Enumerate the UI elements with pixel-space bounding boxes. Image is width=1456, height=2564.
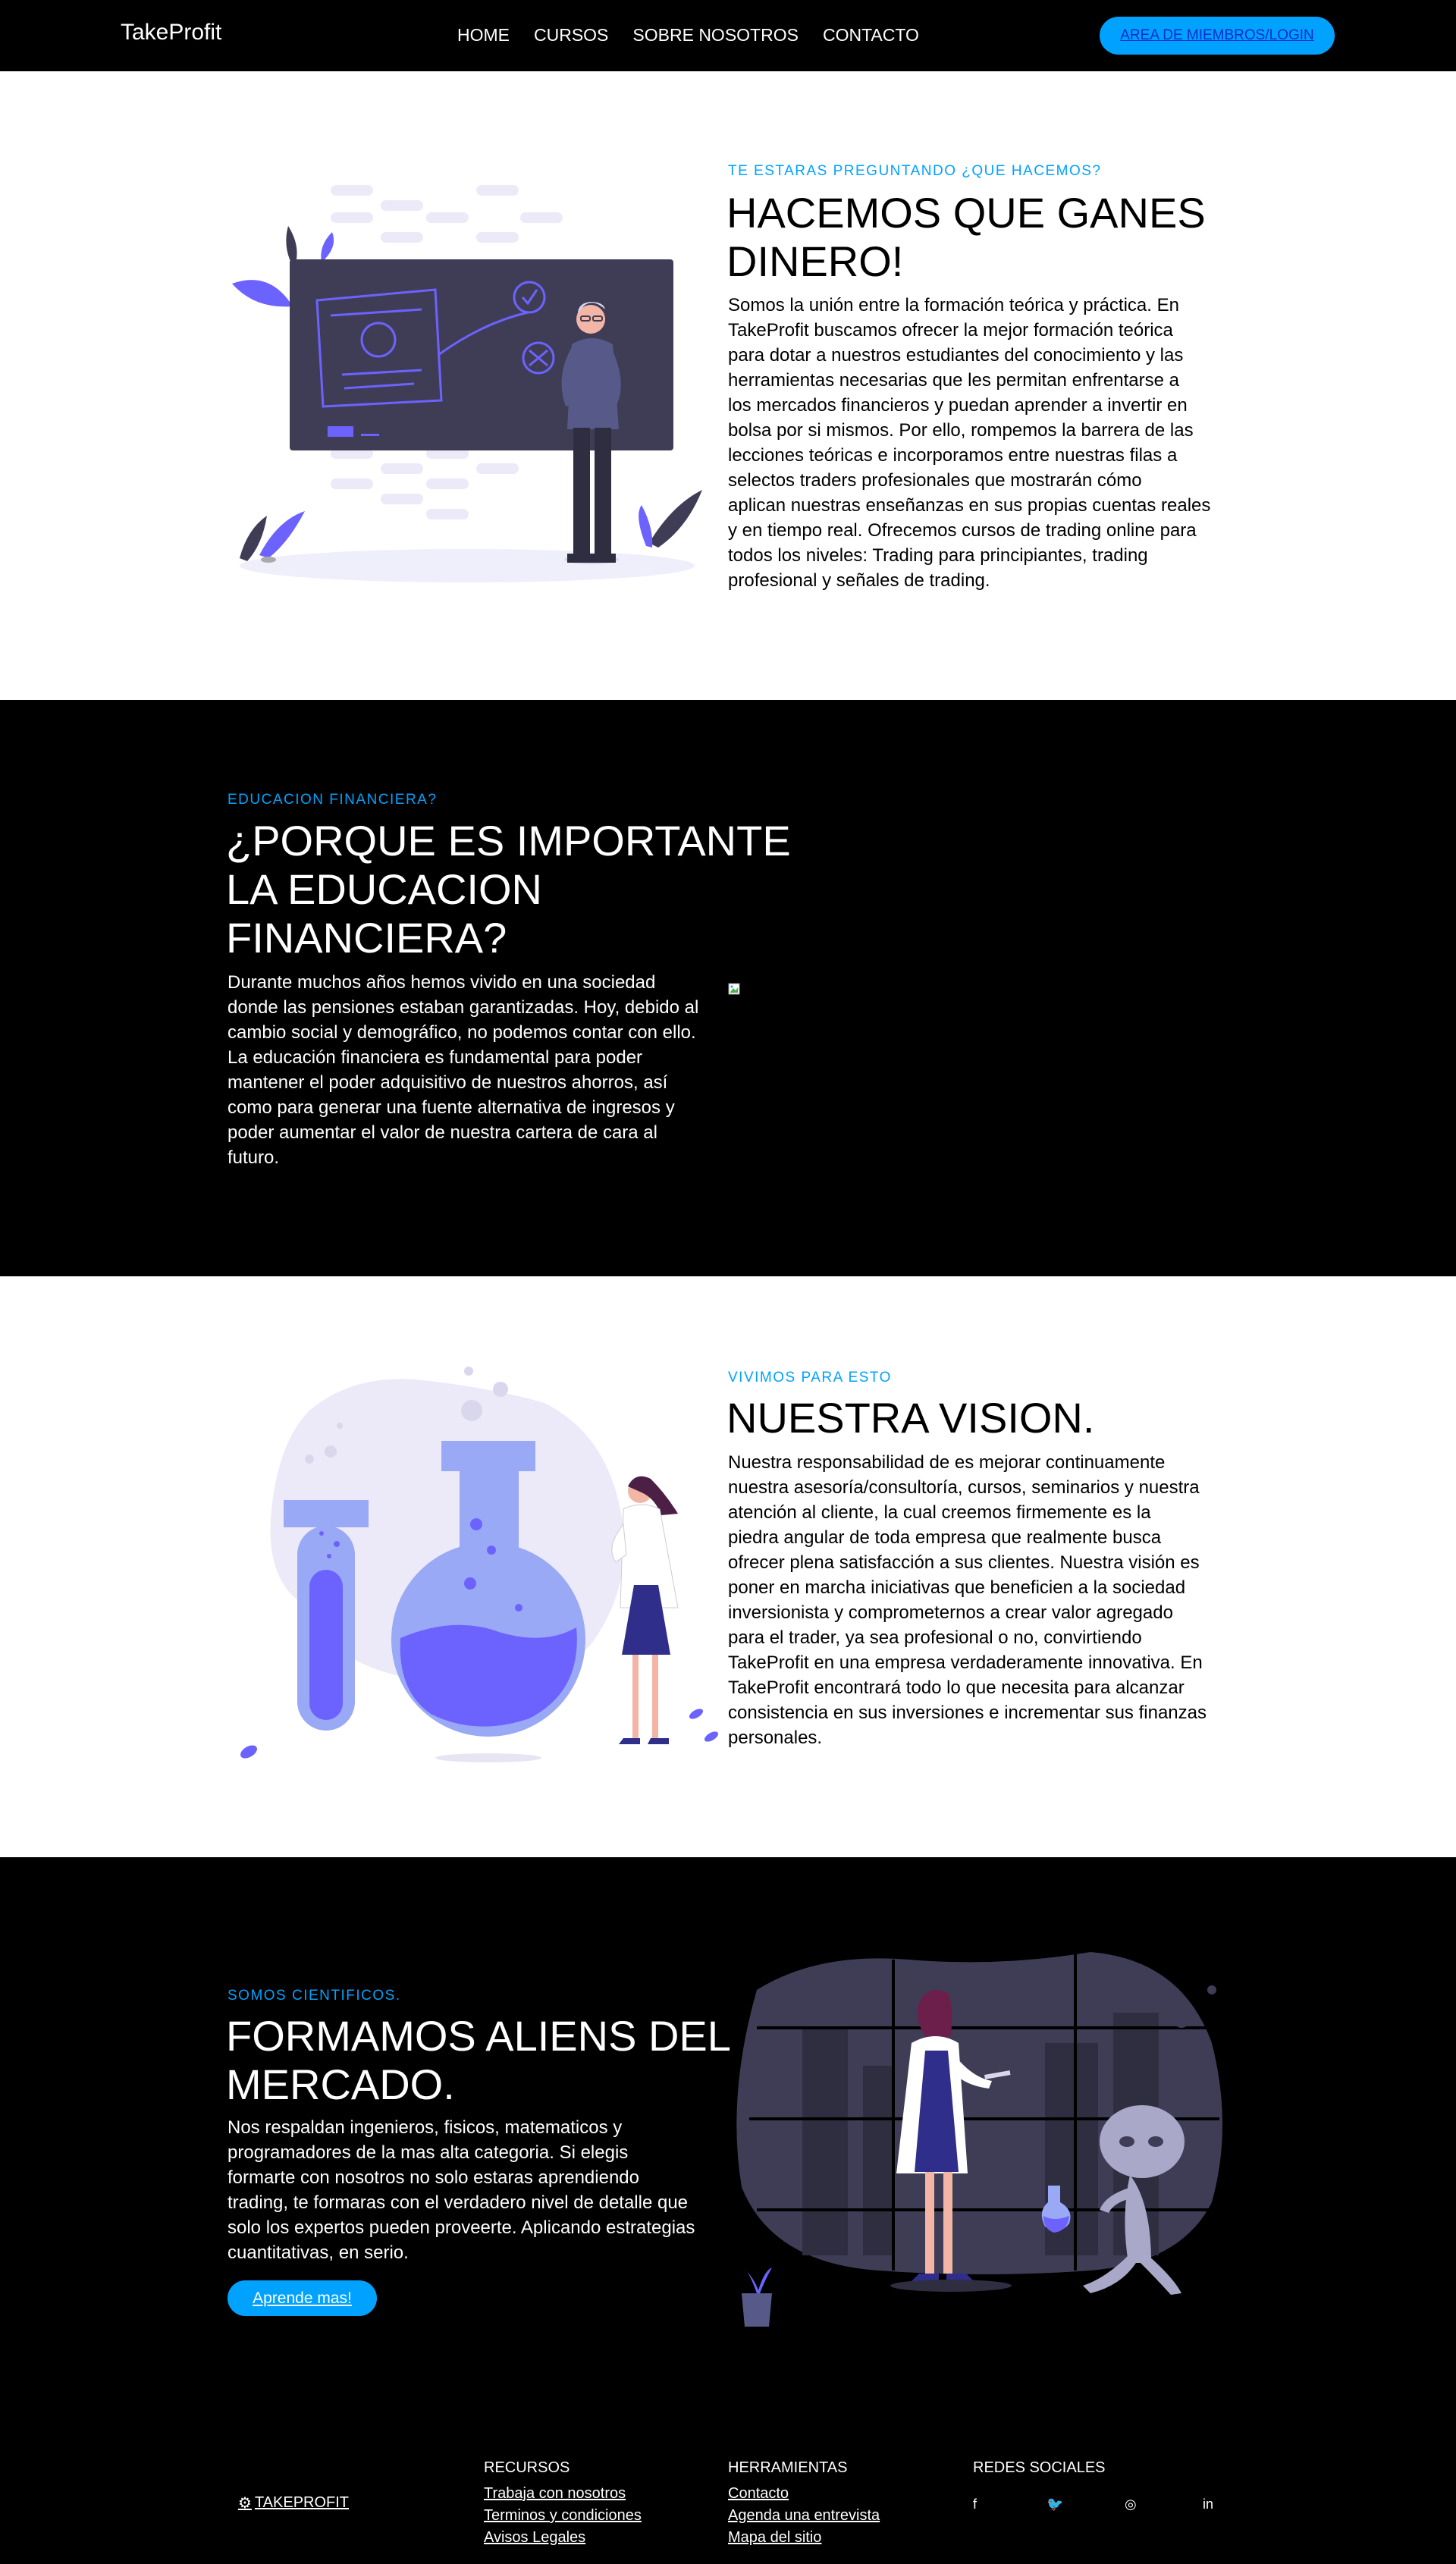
body-line: lecciones teóricas e incorporamos entre …	[728, 445, 1178, 466]
body-line: poner en marcha iniciativas que benefici…	[728, 1577, 1186, 1598]
body-line: inversionista y comprometernos a crear v…	[728, 1602, 1173, 1623]
body-line: trading, te formaras con el verdadero ni…	[228, 2192, 689, 2213]
body-line: como para generar una fuente alternativa…	[228, 1097, 675, 1118]
footer-link-agenda[interactable]: Agenda una entrevista	[728, 2505, 880, 2527]
body-line: nuestra asesoría/consultoría, cursos, se…	[728, 1477, 1200, 1498]
footer-col-title: REDES SOCIALES	[973, 2459, 1106, 2476]
body-line: TakeProfit encontrará todo lo que necesi…	[728, 1677, 1185, 1698]
body-line: cambio social y demográfico, no podemos …	[228, 1022, 696, 1043]
scientist-flasks-illustration	[240, 1367, 719, 1762]
facebook-icon[interactable]: f	[973, 2497, 977, 2512]
top-navbar: TakeProfit HOME CURSOS SOBRE NOSOTROS CO…	[0, 0, 1456, 71]
teacher-blackboard-illustration	[232, 185, 702, 582]
section2-title-line: LA EDUCACION	[226, 865, 542, 913]
footer-logo-text: TAKEPROFIT	[254, 2494, 350, 2511]
body-line: para el trader, ya sea profesional o no,…	[728, 1627, 1142, 1648]
section2-body: Durante muchos años hemos vivido en una …	[228, 970, 698, 1170]
footer-link-contacto[interactable]: Contacto	[728, 2483, 880, 2505]
section2-title: ¿PORQUE ES IMPORTANTE LA EDUCACION FINAN…	[226, 817, 791, 962]
body-line: solo los expertos pueden proveerte. Apli…	[228, 2217, 695, 2238]
broken-image-icon	[728, 983, 740, 995]
section1-eyebrow: TE ESTARAS PREGUNTANDO ¿QUE HACEMOS?	[728, 163, 1102, 179]
logo-icon: ⚙	[238, 2495, 252, 2512]
body-line: aplican nuestras enseñanzas en sus propi…	[728, 495, 1211, 516]
body-line: TakeProfit en una empresa verdaderamente…	[728, 1652, 1203, 1673]
nav-link-cursos[interactable]: CURSOS	[534, 25, 608, 46]
instagram-icon[interactable]: ◎	[1125, 2497, 1137, 2512]
footer-col-recursos: RECURSOS Trabaja con nosotros Terminos y…	[484, 2459, 642, 2549]
scientist-alien-illustration	[736, 1952, 1222, 2327]
body-line: Durante muchos años hemos vivido en una …	[228, 972, 656, 993]
footer-link-mapa[interactable]: Mapa del sitio	[728, 2527, 880, 2549]
body-line: bolsa por si mismos. Por ello, rompemos …	[728, 420, 1194, 441]
body-line: cuantitativas, en serio.	[228, 2242, 409, 2263]
footer-link-avisos[interactable]: Avisos Legales	[484, 2527, 642, 2549]
section2-eyebrow: EDUCACION FINANCIERA?	[228, 792, 438, 808]
footer-link-trabaja[interactable]: Trabaja con nosotros	[484, 2483, 642, 2505]
body-line: para dotar a nuestros estudiantes del co…	[728, 345, 1184, 366]
section3-title: NUESTRA VISION.	[726, 1394, 1095, 1442]
body-line: Nuestra responsabilidad de es mejorar co…	[728, 1452, 1166, 1473]
section1-title-line: DINERO!	[726, 237, 904, 285]
section2-title-line: ¿PORQUE ES IMPORTANTE	[226, 817, 791, 865]
body-line: los mercados financieros y puedan aprend…	[728, 395, 1188, 416]
footer-col-title: HERRAMIENTAS	[728, 2459, 848, 2476]
body-line: futuro.	[228, 1147, 280, 1168]
section3-body: Nuestra responsabilidad de es mejorar co…	[728, 1450, 1207, 1750]
section4-title-line: MERCADO.	[226, 2060, 455, 2108]
footer-col-title: RECURSOS	[484, 2459, 570, 2476]
body-line: ofrecer plena satisfacción a sus cliente…	[728, 1552, 1200, 1573]
body-line: profesional y señales de trading.	[728, 570, 990, 591]
linkedin-icon[interactable]: in	[1203, 2497, 1213, 2512]
nav-link-sobre-nosotros[interactable]: SOBRE NOSOTROS	[632, 25, 799, 46]
main-nav: HOME CURSOS SOBRE NOSOTROS CONTACTO	[457, 25, 919, 46]
section1-body: Somos la unión entre la formación teóric…	[728, 293, 1210, 593]
body-line: donde las pensiones estaban garantizadas…	[228, 997, 699, 1018]
body-line: Nos respaldan ingenieros, fisicos, matem…	[228, 2117, 623, 2138]
body-line: piedra angular de toda empresa que realm…	[728, 1527, 1162, 1548]
footer-logo[interactable]: ⚙ TAKEPROFIT	[238, 2493, 349, 2512]
section4-title: FORMAMOS ALIENS DEL MERCADO.	[226, 2012, 731, 2109]
body-line: TakeProfit buscamos ofrecer la mejor for…	[728, 320, 1173, 341]
body-line: y en tiempo real. Ofrecemos cursos de tr…	[728, 520, 1197, 541]
twitter-icon[interactable]: 🐦	[1046, 2497, 1063, 2512]
body-line: consistencia en sus inversiones e increm…	[728, 1703, 1207, 1723]
body-line: atención al cliente, la cual creemos fir…	[728, 1502, 1151, 1523]
section4-body: Nos respaldan ingenieros, fisicos, matem…	[228, 2115, 695, 2265]
footer-link-terminos[interactable]: Terminos y condiciones	[484, 2505, 642, 2527]
body-line: La educación financiera es fundamental p…	[228, 1047, 643, 1068]
footer-col-redes: REDES SOCIALES	[973, 2459, 1106, 2483]
section4-eyebrow: SOMOS CIENTIFICOS.	[228, 1988, 401, 2004]
body-line: herramientas necesarias que les permitan…	[728, 370, 1179, 391]
brand-logo[interactable]: TakeProfit	[121, 20, 221, 46]
body-line: personales.	[728, 1728, 823, 1748]
body-line: Somos la unión entre la formación teóric…	[728, 295, 1179, 315]
body-line: selectos traders profesionales que mostr…	[728, 470, 1142, 491]
nav-link-home[interactable]: HOME	[457, 25, 510, 46]
section1-title-line: HACEMOS QUE GANES	[726, 189, 1206, 237]
body-line: poder aumentar el valor de nuestra carte…	[228, 1122, 657, 1143]
body-line: formarte con nosotros no solo estaras ap…	[228, 2167, 639, 2188]
footer-col-herramientas: HERRAMIENTAS Contacto Agenda una entrevi…	[728, 2459, 880, 2549]
learn-more-button[interactable]: Aprende mas!	[228, 2280, 377, 2316]
section4-title-line: FORMAMOS ALIENS DEL	[226, 2012, 731, 2060]
body-line: mantener el poder adquisitivo de nuestro…	[228, 1072, 668, 1093]
login-button[interactable]: AREA DE MIEMBROS/LOGIN	[1100, 17, 1335, 55]
nav-link-contacto[interactable]: CONTACTO	[823, 25, 919, 46]
section2-title-line: FINANCIERA?	[226, 914, 507, 962]
section3-eyebrow: VIVIMOS PARA ESTO	[728, 1370, 892, 1386]
section1-title: HACEMOS QUE GANES DINERO!	[726, 189, 1206, 286]
body-line: programadores de la mas alta categoria. …	[228, 2142, 629, 2163]
body-line: todos los niveles: Trading para principi…	[728, 545, 1148, 566]
